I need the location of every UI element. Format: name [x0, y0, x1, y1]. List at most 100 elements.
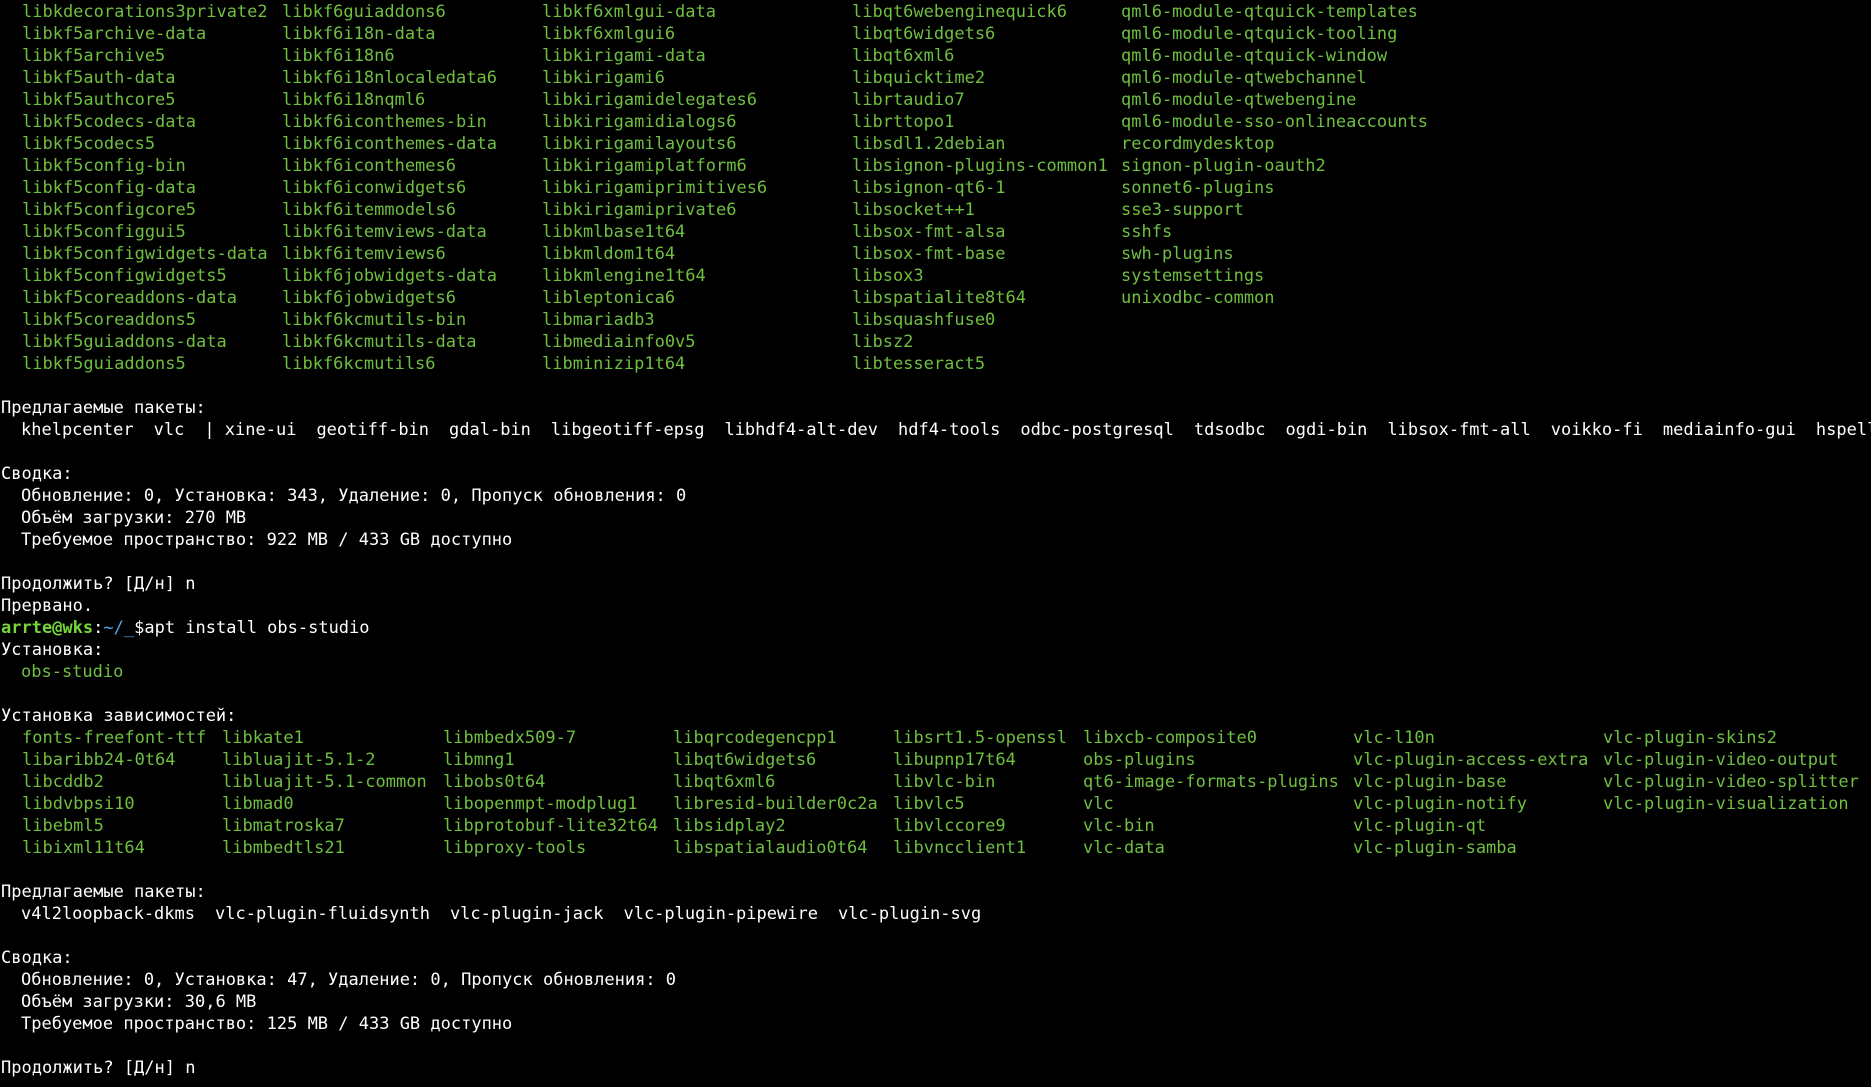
package-name: libxcb-composite0 [1083, 728, 1257, 748]
package-name: libqrcodegencpp1 [673, 728, 837, 748]
package-name: libqt6webenginequick6 [852, 2, 1067, 22]
package-name: fonts-freefont-ttf [22, 728, 207, 748]
package-name: libkf6xmlgui6 [542, 24, 676, 44]
package-name: libkirigamidelegates6 [542, 90, 757, 110]
package-name: swh-plugins [1121, 244, 1234, 264]
package-name: libspatialaudio0t64 [673, 838, 868, 858]
package-name: libkf6jobwidgets6 [282, 288, 456, 308]
package-name: libresid-builder0c2a [673, 794, 878, 814]
package-name: libkf5configwidgets-data [22, 244, 268, 264]
package-name: signon-plugin-oauth2 [1121, 156, 1326, 176]
deps-package-grid: fonts-freefont-ttf libaribb24-0t64 libcddb… [1, 727, 1871, 859]
package-name: libdvbpsi10 [22, 794, 135, 814]
package-name: libvlc5 [893, 794, 965, 814]
package-name: libkirigami6 [542, 68, 665, 88]
package-name: libsocket++1 [852, 200, 975, 220]
package-name: librtaudio7 [852, 90, 965, 110]
summary-download-size: Объём загрузки: 30,6 MB [21, 992, 257, 1012]
package-name: libsox-fmt-base [852, 244, 1006, 264]
package-name: vlc-plugin-video-output [1603, 750, 1839, 770]
package-name: libkf6i18nlocaledata6 [282, 68, 497, 88]
prompt-path: ~/_ [103, 618, 135, 638]
package-name: libtesseract5 [852, 354, 986, 374]
package-name: vlc-l10n [1353, 728, 1435, 748]
package-name: libkf6iconthemes6 [282, 156, 456, 176]
package-name: qml6-module-qtwebengine [1121, 90, 1357, 110]
suggested-package: voikko-fi [1550, 420, 1643, 440]
prompt-symbol: $ [134, 618, 145, 638]
package-name: libqt6widgets6 [673, 750, 817, 770]
suggested-package: libgeotiff-epsg [550, 420, 705, 440]
package-name: librttopo1 [852, 112, 955, 132]
package-name: libkf5coreaddons5 [22, 310, 196, 330]
package-name: libkmlbase1t64 [542, 222, 686, 242]
package-name: vlc-plugin-access-extra [1353, 750, 1589, 770]
package-name: libkf6xmlgui-data [542, 2, 716, 22]
summary-disk-space: Требуемое пространство: 125 MB / 433 GB … [21, 1014, 513, 1034]
package-name: libkmlengine1t64 [542, 266, 706, 286]
package-name: libspatialite8t64 [852, 288, 1026, 308]
package-name: libsz2 [852, 332, 914, 352]
package-name: libkirigamiprimitives6 [542, 178, 768, 198]
package-name: libixml11t64 [22, 838, 145, 858]
package-name: libkf6itemviews6 [282, 244, 446, 264]
package-name: libvlc-bin [893, 772, 996, 792]
package-name: vlc-bin [1083, 816, 1155, 836]
install-header: Установка: [1, 640, 104, 660]
suggested-package: vlc-plugin-svg [837, 904, 982, 924]
package-name: libkf5archive5 [22, 46, 166, 66]
package-name: obs-plugins [1083, 750, 1196, 770]
package-name: libkf6jobwidgets-data [282, 266, 497, 286]
suggested-packages: khelpcenter vlc | xine-ui geotiff-bin gdal-b… [1, 419, 1871, 441]
package-name: libmad0 [222, 794, 294, 814]
package-name: libebml5 [22, 816, 104, 836]
package-name: libsignon-qt6-1 [852, 178, 1006, 198]
package-name: libkdecorations3private2 [22, 2, 268, 22]
prompt-separator: : [93, 618, 104, 638]
package-name: libkf5guiaddons5 [22, 354, 186, 374]
package-name: sonnet6-plugins [1121, 178, 1275, 198]
package-name: libminizip1t64 [542, 354, 686, 374]
package-name: libprotobuf-lite32t64 [443, 816, 658, 836]
package-name: qml6-module-sso-onlineaccounts [1121, 112, 1429, 132]
package-column: libsrt1.5-openssl libupnp17t64 libvlc-bin l… [893, 727, 1083, 859]
package-name: libkf6kcmutils-bin [282, 310, 467, 330]
suggested-package: odbc-postgresql [1020, 420, 1174, 440]
package-name: libkirigamilayouts6 [542, 134, 737, 154]
package-name: libsox-fmt-alsa [852, 222, 1006, 242]
package-name: libmatroska7 [222, 816, 345, 836]
package-name: libkf6itemviews-data [282, 222, 487, 242]
package-name: libkf6kcmutils6 [282, 354, 436, 374]
package-name: libqt6xml6 [852, 46, 955, 66]
package-name: libupnp17t64 [893, 750, 1016, 770]
suggested-package: gdal-bin [449, 420, 531, 440]
package-name: libopenmpt-modplug1 [443, 794, 638, 814]
terminal-window[interactable]: libkdecorations3private2 libkf5archive-da… [0, 0, 1871, 1087]
package-name: libkirigami-data [542, 46, 706, 66]
package-name: libmbedx509-7 [443, 728, 577, 748]
package-name: libkf5config-data [22, 178, 196, 198]
suggested-package: ogdi-bin [1285, 420, 1368, 440]
package-name: libkf5archive-data [22, 24, 207, 44]
package-name: sse3-support [1121, 200, 1244, 220]
package-column: libkdecorations3private2 libkf5archive-da… [22, 1, 282, 375]
prompt-user-host: arrte@wks [1, 618, 94, 638]
suggested-package: vlc-plugin-fluidsynth [215, 904, 430, 924]
package-column: libkate1 libluajit-5.1-2 libluajit-5.1-com… [222, 727, 443, 859]
package-name: vlc-plugin-skins2 [1603, 728, 1777, 748]
package-name: recordmydesktop [1121, 134, 1275, 154]
package-name: qml6-module-qtwebchannel [1121, 68, 1367, 88]
command-text: apt install obs-studio [144, 618, 370, 638]
package-name: libkf6iconthemes-bin [282, 112, 487, 132]
suggested-package: vlc-plugin-pipewire [623, 904, 818, 924]
package-name: libmariadb3 [542, 310, 655, 330]
package-name: libquicktime2 [852, 68, 986, 88]
package-name: libkf6kcmutils-data [282, 332, 477, 352]
package-name: libsdl1.2debian [852, 134, 1006, 154]
suggested-package: tdsodbc [1193, 420, 1266, 440]
package-name: qml6-module-qtquick-templates [1121, 2, 1418, 22]
package-name: vlc [1083, 794, 1114, 814]
package-name: vlc-plugin-qt [1353, 816, 1487, 836]
